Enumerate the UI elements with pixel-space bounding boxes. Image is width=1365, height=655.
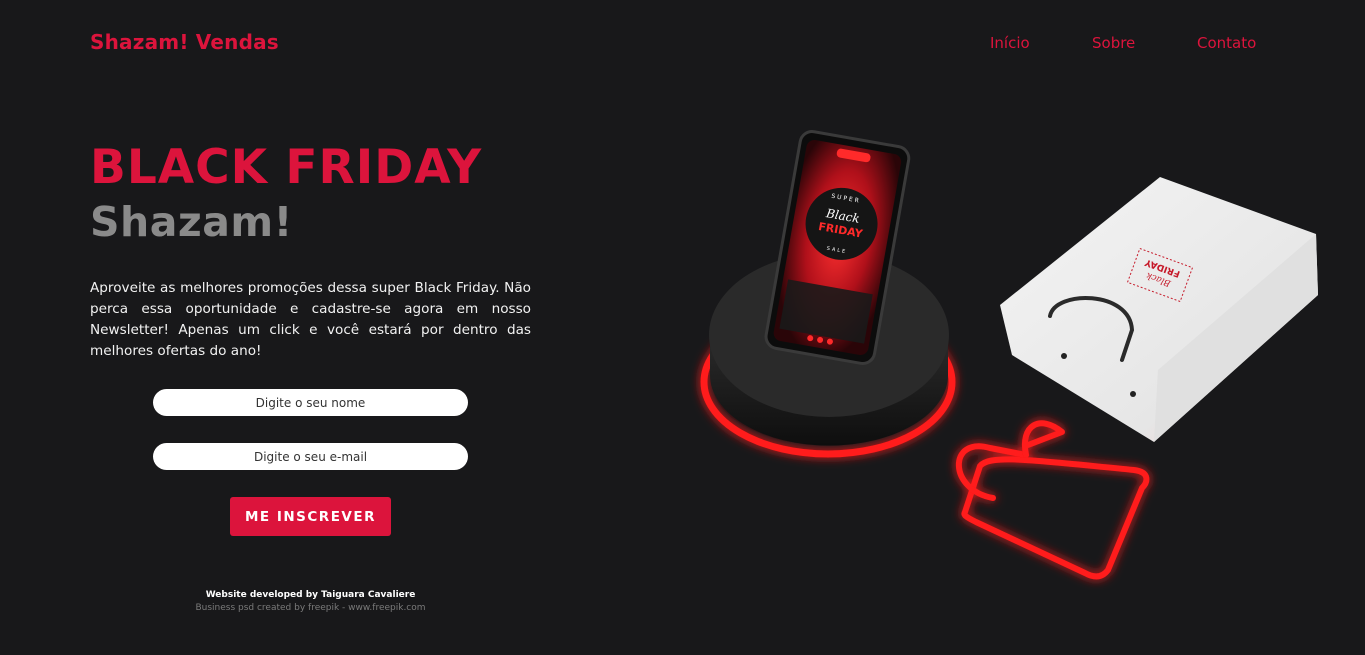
nav-link-contato[interactable]: Contato	[1197, 34, 1256, 52]
nav-link-inicio[interactable]: Início	[990, 34, 1030, 52]
artwork-credit: Business psd created by freepik - www.fr…	[195, 603, 426, 613]
developer-credit: Website developed by Taiguara Cavaliere	[205, 590, 416, 600]
name-input[interactable]	[153, 389, 468, 416]
paper-bag-illustration: Black FRIDAY	[1000, 177, 1318, 442]
nav-link-sobre[interactable]: Sobre	[1092, 34, 1135, 52]
neon-bag-icon	[955, 420, 1150, 580]
hero-title: BLACK FRIDAY	[90, 140, 483, 195]
email-input[interactable]	[153, 443, 468, 470]
hero-description: Aproveite as melhores promoções dessa su…	[90, 280, 531, 359]
main-nav: Início Sobre Contato	[0, 34, 1365, 54]
hero-subtitle: Shazam!	[90, 198, 293, 246]
black-friday-illustration: SUPER Black FRIDAY SALE Black FRIDAY	[700, 130, 1318, 580]
subscribe-button[interactable]: ME INSCREVER	[230, 497, 391, 536]
